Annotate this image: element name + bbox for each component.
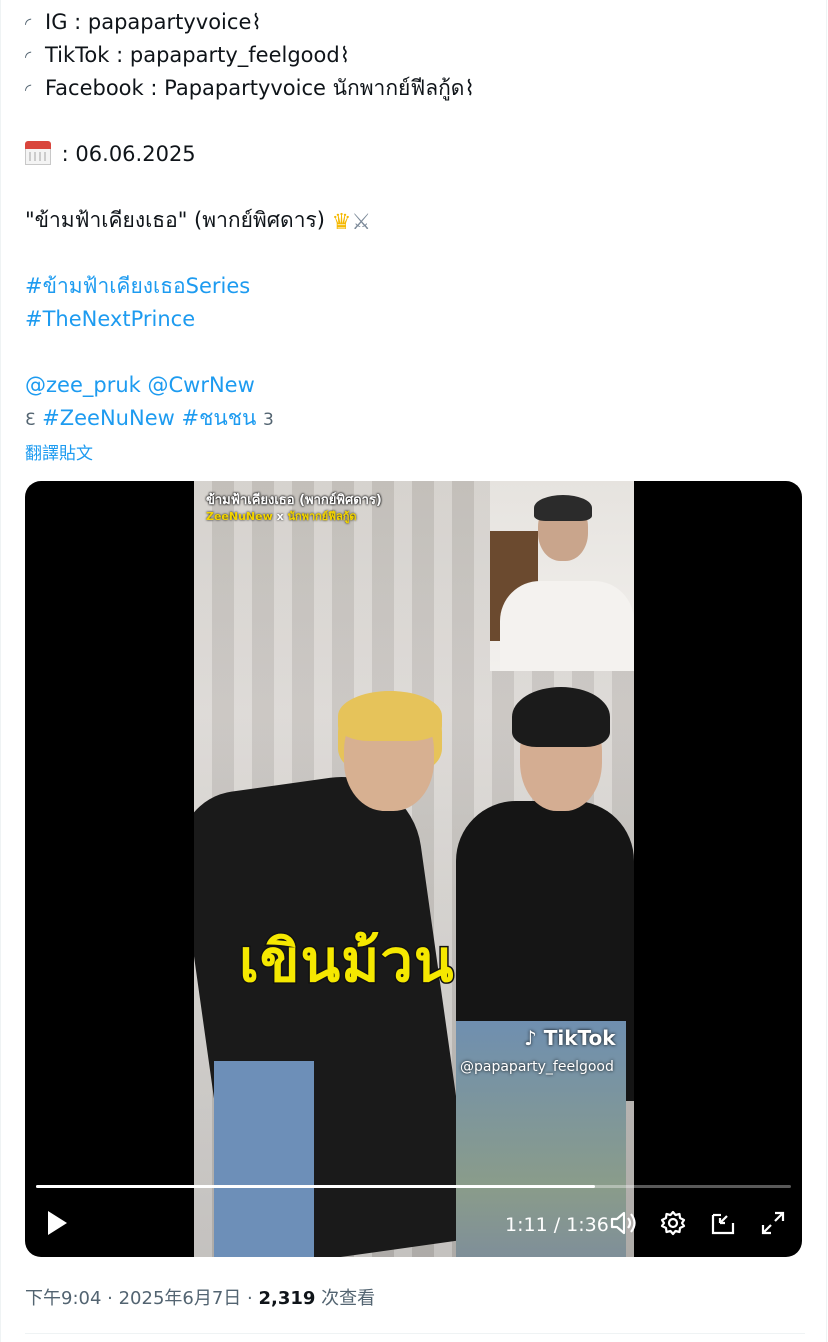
ig-line: ◜ IG : papapartyvoice⌇ [25,6,805,39]
date-line: : 06.06.2025 [25,138,805,171]
picture-in-picture-button[interactable] [709,1209,737,1237]
end-glyph: ⌇ [251,10,262,34]
bullet-glyph: ◜ [25,80,32,99]
tiktok-handle: @papaparty_feelgood [460,1059,614,1075]
left-border [0,0,1,1342]
tiktok-watermark: ♪ TikTok [524,1026,616,1050]
calendar-icon [25,141,51,165]
open-bracket-glyph: Ɛ [25,410,36,430]
play-button[interactable] [45,1209,69,1237]
mention-zee-link[interactable]: @zee_pruk [25,373,141,397]
video-frame: ข้ามฟ้าเคียงเธอ (พากย์พิศดาร) ZeeNuNew x… [194,481,634,1257]
overlay-subtitle: ZeeNuNew x นักพากย์ฟีลกู้ด [206,510,357,523]
translate-post-link[interactable]: 翻譯貼文 [25,439,93,464]
time-display: 1:11 / 1:36 [505,1214,609,1236]
settings-button[interactable] [659,1209,687,1237]
hashtag-zeenunew-link[interactable]: #ZeeNuNew [42,406,175,430]
end-glyph: ⌇ [339,43,350,67]
video-player[interactable]: ข้ามฟ้าเคียงเธอ (พากย์พิศดาร) ZeeNuNew x… [25,481,802,1257]
bullet-glyph: ◜ [25,14,32,33]
date-link[interactable]: 2025年6月7日 [119,1288,242,1309]
title-line: "ข้ามฟ้าเคียงเธอ" (พากย์พิศดาร) ♛⚔ [25,204,805,237]
hashtag-chonchon-link[interactable]: #ชนชน [181,406,256,430]
tiktok-line: ◜ TikTok : papaparty_feelgood⌇ [25,39,805,72]
reaction-inset [490,481,634,671]
settings-icon [660,1210,686,1236]
timestamp-link[interactable]: 下午9:04 [25,1288,101,1309]
views-label: 次查看 [315,1288,376,1309]
volume-button[interactable] [609,1209,639,1237]
pip-icon [711,1213,735,1235]
hashtag-series-link[interactable]: #ข้ามฟ้าเคียงเธอSeries [25,274,250,298]
facebook-line: ◜ Facebook : Papapartyvoice นักพากย์ฟีลกู… [25,72,805,105]
crown-icon: ♛ [331,210,352,235]
bullet-glyph: ◜ [25,47,32,66]
divider [25,1333,805,1334]
right-border [826,0,827,1342]
fullscreen-button[interactable] [759,1209,787,1237]
tweet-text: ◜ IG : papapartyvoice⌇ ◜ TikTok : papapart… [25,6,805,435]
tweet-meta: 下午9:04 · 2025年6月7日 · 2,319 次查看 [25,1288,376,1309]
progress-bar[interactable] [36,1185,791,1188]
crossed-swords-icon: ⚔ [351,210,372,235]
video-caption: เขินม้วน [238,926,456,997]
end-glyph: ⌇ [464,76,475,100]
volume-icon [610,1211,636,1235]
close-bracket-glyph: 3 [262,410,274,430]
hashtag-prince-link[interactable]: #TheNextPrince [25,307,195,331]
views-count: 2,319 [258,1288,316,1309]
play-icon [48,1211,67,1235]
mention-cwr-link[interactable]: @CwrNew [148,373,255,397]
progress-fill [36,1185,595,1188]
fullscreen-icon [761,1211,785,1235]
